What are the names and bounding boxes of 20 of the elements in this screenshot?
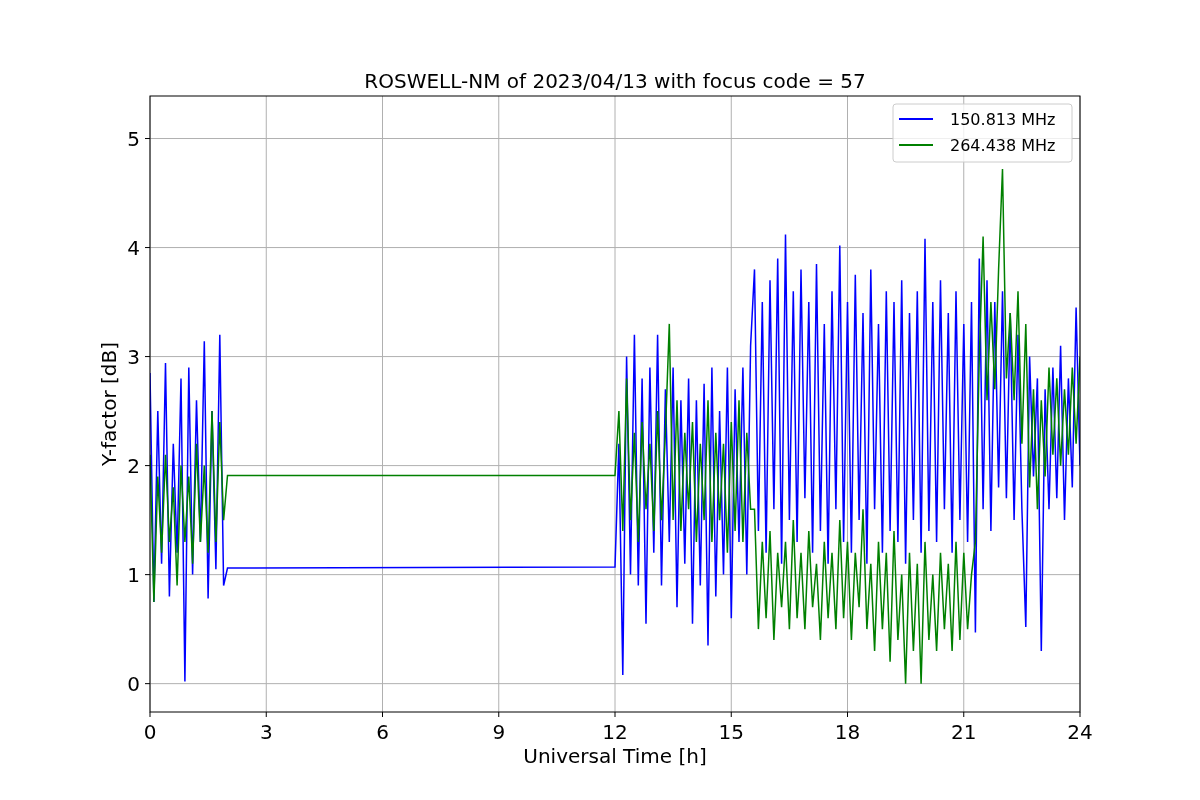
x-tick-label: 12 xyxy=(602,720,628,744)
y-tick-label: 3 xyxy=(127,344,140,369)
x-tick-label: 3 xyxy=(259,720,273,744)
y-tick-label: 5 xyxy=(127,126,140,151)
y-tick-label: 2 xyxy=(127,453,140,478)
x-tick-label: 15 xyxy=(718,720,744,744)
y-axis-label: Y-factor [dB] xyxy=(97,342,121,466)
y-tick-label: 4 xyxy=(127,235,140,260)
x-tick-label: 21 xyxy=(951,720,977,744)
x-tick-label: 24 xyxy=(1067,720,1093,744)
x-tick-label: 0 xyxy=(143,720,157,744)
x-tick-label: 18 xyxy=(834,720,861,744)
legend-label: 264.438 MHz xyxy=(950,136,1056,155)
x-tick-label: 6 xyxy=(376,720,389,744)
x-axis-label: Universal Time [h] xyxy=(523,744,707,768)
y-tick-label: 1 xyxy=(127,562,140,587)
y-tick-label: 0 xyxy=(127,671,140,696)
chart-title: ROSWELL-NM of 2023/04/13 with focus code = 57 xyxy=(364,69,866,93)
x-tick-label: 9 xyxy=(492,720,506,744)
legend-label: 150.813 MHz xyxy=(950,110,1056,129)
